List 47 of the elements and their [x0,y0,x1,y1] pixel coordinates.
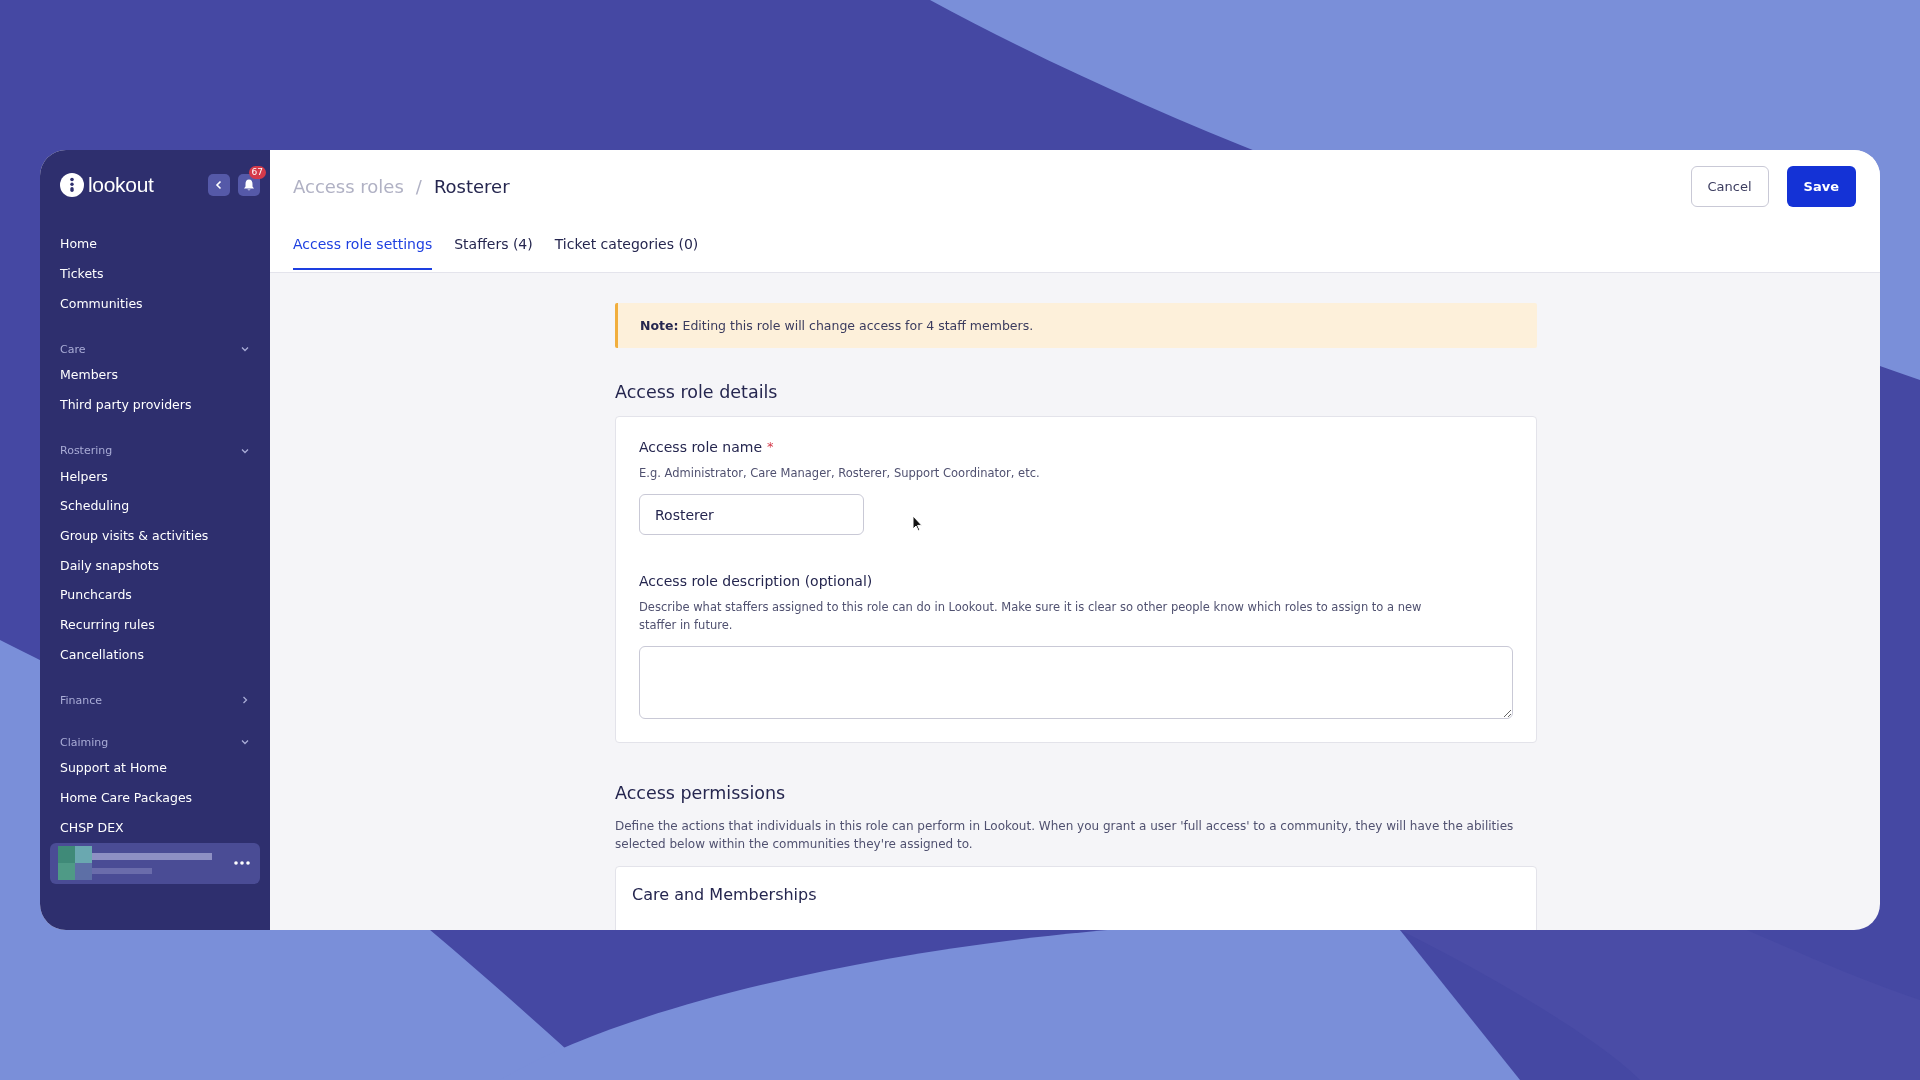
sidebar-item[interactable]: Home Care Packages [60,783,250,813]
tab[interactable]: Staffers (4) [454,222,533,270]
mouse-cursor-icon [912,515,923,532]
sidebar-item[interactable]: CHSP DEX [60,812,250,843]
sidebar-item[interactable]: Support at Home [60,753,250,784]
sidebar-item[interactable]: Helpers [60,461,250,492]
sidebar-item[interactable]: Communities [60,288,250,319]
field-hint: Describe what staffers assigned to this role can do in Lookout. Make sure it is clear so other people know which roles to assign to a new staffer in future. [639,599,1423,634]
sidebar-item[interactable]: Cancellations [60,639,250,670]
redacted-text [92,867,152,874]
section-label: Claiming [60,736,109,749]
sidebar-item[interactable]: Recurring rules [60,610,250,640]
tab[interactable]: Access role settings [293,222,433,270]
section-heading: Access role details [615,382,779,402]
user-card[interactable] [50,842,260,884]
required-mark: * [767,439,774,455]
notifications-button[interactable] [238,173,260,196]
save-button[interactable]: Save [1786,165,1856,207]
sidebar-item[interactable]: Tickets [60,258,250,289]
breadcrumb-separator: / [415,175,422,197]
section-label: Care [60,342,86,356]
section-label: Finance [60,694,103,707]
sidebar-item[interactable]: Group visits & activities [60,521,250,551]
section-label: Rostering [60,444,113,458]
sidebar-item[interactable]: Members [60,360,250,390]
collapse-button[interactable] [208,173,230,196]
tab[interactable]: Ticket categories (0) [554,222,699,270]
lookout-logo[interactable]: lookout [60,172,154,197]
input-field[interactable]: Rosterer [639,494,864,535]
sidebar-item[interactable]: Scheduling [60,491,250,522]
group-title: Care and Memberships [632,885,818,904]
field-label: Access role name [639,439,763,455]
notification-badge: 67 [248,165,266,179]
bell-icon [242,177,256,192]
note-banner: Note: Editing this role will change access for 4 staff members. [615,303,1537,348]
avatar [58,846,92,881]
more-icon[interactable] [234,861,250,866]
field-hint: E.g. Administrator, Care Manager, Rosterer, Support Coordinator, etc. [639,465,1041,482]
sidebar-item[interactable]: Third party providers [60,390,250,420]
sidebar-item[interactable]: Daily snapshots [60,550,250,581]
sidebar-item[interactable]: Punchcards [60,580,250,611]
field-label: Access role description (optional) [639,573,873,589]
sidebar-item[interactable]: Home [60,229,250,259]
section-heading: Access permissions [615,783,787,803]
page-title: Rosterer [433,175,510,197]
cancel-button[interactable]: Cancel [1690,165,1769,207]
section-description: Define the actions that individuals in this role can perform in Lookout. When you grant a user 'full access' to a community, they will have the abilities selected below within the communities they're assigned to. [615,818,1515,853]
